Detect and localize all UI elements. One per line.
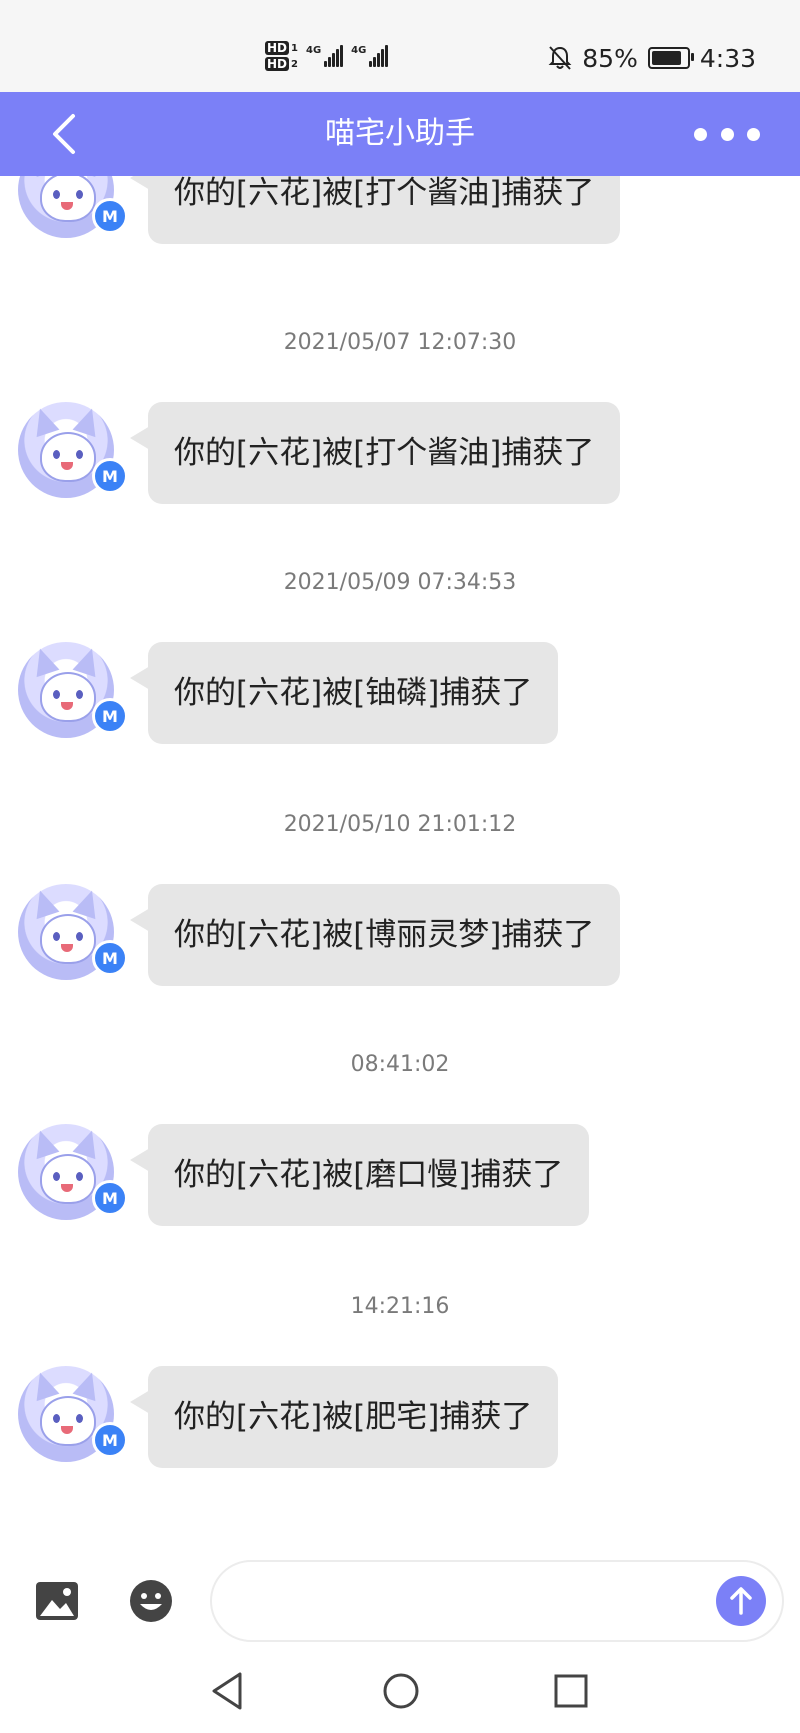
message-timestamp: 2021/05/10 21:01:12 [283,812,517,837]
message-row: M 你的[六花]被[磨口慢]捕获了 [0,1124,800,1234]
message-input-bar [0,1556,800,1656]
message-bubble[interactable]: 你的[六花]被[铀磷]捕获了 [129,642,559,744]
bell-off-icon [548,46,572,70]
verified-badge: M [92,1422,128,1458]
nav-back-button[interactable] [206,1668,252,1714]
message-row: M 你的[六花]被[打个酱油]捕获了 [0,402,800,512]
verified-badge: M [92,940,128,976]
message-bubble[interactable]: 你的[六花]被[打个酱油]捕获了 [129,176,621,244]
sim-number: 2 [291,58,298,70]
circle-home-icon [383,1673,419,1709]
avatar[interactable]: M [18,402,128,498]
message-bubble[interactable]: 你的[六花]被[博丽灵梦]捕获了 [129,884,621,986]
triangle-back-icon [212,1672,242,1710]
message-row: M 你的[六花]被[博丽灵梦]捕获了 [0,884,800,994]
hd-badge-sim1: HD 1 [265,41,298,55]
app-header: 喵宅小助手 [0,92,800,176]
network-type: 4G [305,45,322,56]
battery-icon [647,47,694,69]
message-input[interactable] [210,1560,784,1642]
verified-badge: M [92,198,128,234]
emoji-icon [130,1580,172,1622]
status-bar: HD 1 HD 2 4G 4G 85% 4:33 [0,0,800,92]
verified-badge: M [92,458,128,494]
signal-icon: 4G [351,45,389,67]
signal-icon: 4G [305,45,344,67]
battery-percent: 85% [582,43,638,73]
message-timestamp: 2021/05/07 12:07:30 [283,330,517,355]
square-recent-icon [554,1674,588,1708]
verified-badge: M [92,1180,128,1216]
message-row: M 你的[六花]被[肥宅]捕获了 [0,1366,800,1476]
message-bubble[interactable]: 你的[六花]被[肥宅]捕获了 [129,1366,559,1468]
avatar[interactable]: M [18,176,128,238]
chat-message-list[interactable]: M 你的[六花]被[打个酱油]捕获了 2021/05/07 12:07:30 M… [0,176,800,1556]
more-options-button[interactable] [694,116,760,152]
battery-level [651,51,681,65]
message-timestamp: 2021/05/09 07:34:53 [283,570,517,595]
more-dots-icon [694,127,707,141]
hd-indicators: HD 1 HD 2 [265,41,298,71]
hd-badge-sim2: HD 2 [265,57,298,71]
message-timestamp: 14:21:16 [350,1294,450,1319]
network-indicators: HD 1 HD 2 4G 4G [265,36,389,76]
hd-label: HD [265,57,290,71]
image-button[interactable] [34,1578,80,1624]
message-row: M 你的[六花]被[铀磷]捕获了 [0,642,800,752]
status-right: 85% 4:33 [548,40,756,76]
clock: 4:33 [699,43,756,73]
message-row: M 你的[六花]被[打个酱油]捕获了 [0,176,800,252]
hd-label: HD [265,41,290,55]
verified-badge: M [92,698,128,734]
network-type: 4G [351,45,367,56]
avatar[interactable]: M [18,1366,128,1462]
message-timestamp: 08:41:02 [350,1052,450,1077]
more-dots-icon [720,127,734,141]
page-title: 喵宅小助手 [325,116,475,151]
avatar[interactable]: M [18,1124,128,1220]
message-bubble[interactable]: 你的[六花]被[磨口慢]捕获了 [129,1124,590,1226]
image-icon [36,1582,78,1620]
system-nav-bar [0,1656,800,1733]
arrow-up-icon [730,1587,752,1615]
emoji-button[interactable] [128,1578,174,1624]
more-dots-icon [747,127,760,141]
avatar[interactable]: M [18,642,128,738]
message-bubble[interactable]: 你的[六花]被[打个酱油]捕获了 [129,402,621,504]
nav-home-button[interactable] [378,1668,424,1714]
sim-number: 1 [291,42,298,54]
avatar[interactable]: M [18,884,128,980]
nav-recent-button[interactable] [548,1668,594,1714]
send-button[interactable] [716,1576,766,1626]
